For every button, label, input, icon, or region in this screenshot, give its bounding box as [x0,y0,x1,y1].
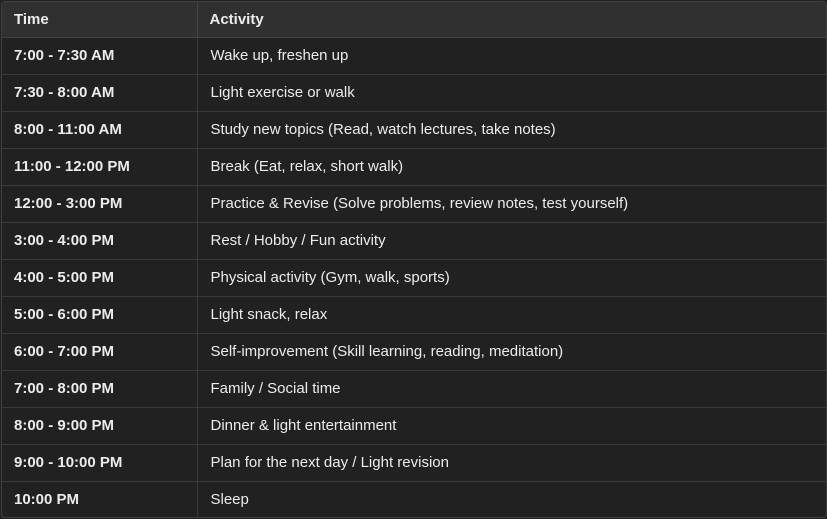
table-row: 7:00 - 7:30 AM Wake up, freshen up [2,37,826,74]
time-cell: 8:00 - 9:00 PM [2,407,198,444]
time-cell: 5:00 - 6:00 PM [2,296,198,333]
activity-cell: Break (Eat, relax, short walk) [210,158,404,175]
table-row: 5:00 - 6:00 PM Light snack, relax [2,296,826,333]
time-cell: 4:00 - 5:00 PM [2,259,198,296]
activity-cell: Sleep [210,491,249,509]
activity-cell: Wake up, freshen up [210,47,349,64]
activity-cell: Light snack, relax [210,306,328,323]
table-row: 9:00 - 10:00 PM Plan for the next day / … [2,444,826,481]
time-cell: 11:00 - 12:00 PM [2,148,198,185]
table-row: 3:00 - 4:00 PM Rest / Hobby / Fun activi… [2,222,826,259]
time-cell: 12:00 - 3:00 PM [2,185,198,222]
activity-cell: Light exercise or walk [210,84,355,101]
header-activity: Activity [197,2,826,38]
table-row: 12:00 - 3:00 PM Practice & Revise (Solve… [2,185,826,222]
time-cell: 3:00 - 4:00 PM [2,222,198,259]
schedule-table: Time Activity 7:00 - 7:30 AM Wake up, fr… [2,2,826,517]
time-cell: 10:00 PM [2,481,198,517]
header-time: Time [2,2,198,38]
activity-cell: Physical activity (Gym, walk, sports) [210,269,450,286]
activity-cell: Practice & Revise (Solve problems, revie… [210,195,629,212]
time-cell: 7:30 - 8:00 AM [2,74,198,111]
activity-cell: Dinner & light entertainment [210,417,397,434]
header-row: Time Activity [2,2,826,38]
table-row: 8:00 - 11:00 AM Study new topics (Read, … [2,111,826,148]
activity-cell: Family / Social time [210,380,341,397]
time-cell: 7:00 - 8:00 PM [2,370,198,407]
table-row: 8:00 - 9:00 PM Dinner & light entertainm… [2,407,826,444]
time-cell: 9:00 - 10:00 PM [2,444,198,481]
table-header: Time Activity [2,2,826,38]
schedule-table-container: Time Activity 7:00 - 7:30 AM Wake up, fr… [1,1,827,518]
activity-cell: Rest / Hobby / Fun activity [210,232,386,249]
table-row: 7:30 - 8:00 AM Light exercise or walk [2,74,826,111]
table-row: 11:00 - 12:00 PM Break (Eat, relax, shor… [2,148,826,185]
table-body: 7:00 - 7:30 AM Wake up, freshen up 7:30 … [2,37,826,517]
activity-cell: Plan for the next day / Light revision [210,454,449,471]
time-cell: 6:00 - 7:00 PM [2,333,198,370]
activity-cell: Study new topics (Read, watch lectures, … [210,121,556,138]
table-row: 4:00 - 5:00 PM Physical activity (Gym, w… [2,259,826,296]
table-row: 6:00 - 7:00 PM Self-improvement (Skill l… [2,333,826,370]
time-cell: 8:00 - 11:00 AM [2,111,198,148]
table-row: 7:00 - 8:00 PM Family / Social time [2,370,826,407]
table-row: 10:00 PM Sleep [2,481,826,517]
time-cell: 7:00 - 7:30 AM [2,37,198,74]
activity-cell: Self-improvement (Skill learning, readin… [210,343,564,360]
